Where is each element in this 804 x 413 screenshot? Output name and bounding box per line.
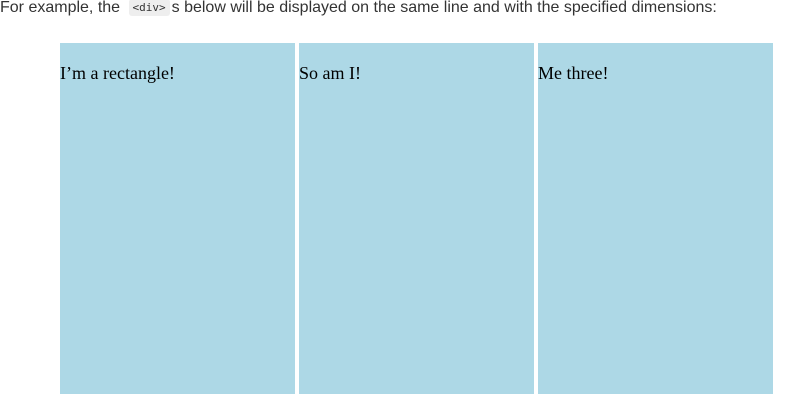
rectangle-box-3-text: Me three! (538, 63, 609, 83)
intro-paragraph: For example, the <div> s below will be di… (0, 0, 717, 20)
rectangle-row: I’m a rectangle! So am I! Me three! (60, 43, 773, 394)
inline-code: <div> (128, 0, 170, 16)
intro-text-after: s below will be displayed on the same li… (171, 0, 717, 16)
rectangle-box-1-text: I’m a rectangle! (60, 63, 175, 83)
rectangle-box-2: So am I! (299, 43, 534, 394)
intro-text-before: For example, the (0, 0, 125, 16)
rectangle-box-3: Me three! (538, 43, 773, 394)
rectangle-box-1: I’m a rectangle! (60, 43, 295, 394)
rectangle-box-2-text: So am I! (299, 63, 361, 83)
page: For example, the <div> s below will be di… (0, 0, 804, 413)
